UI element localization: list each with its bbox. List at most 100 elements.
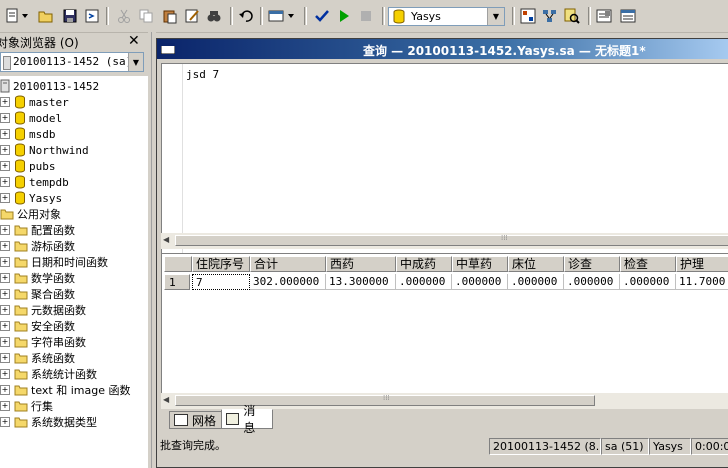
expand-icon[interactable]: + (0, 401, 10, 411)
cut-icon[interactable] (114, 7, 134, 25)
expand-icon[interactable]: + (0, 177, 10, 187)
tree-item[interactable]: + 游标函数 (0, 238, 75, 254)
tree-item[interactable]: + pubs (0, 158, 56, 174)
column-header[interactable]: 护理 (676, 256, 728, 272)
scroll-left-icon[interactable]: ◀ (163, 395, 169, 404)
tree-item[interactable]: + Northwind (0, 142, 89, 158)
messages-icon (226, 413, 240, 425)
copy-icon[interactable] (136, 7, 156, 25)
editor-horizontal-scrollbar[interactable]: ◀ ⁞⁞⁞ (161, 233, 728, 249)
tree-item[interactable]: + msdb (0, 126, 56, 142)
expand-icon[interactable]: + (0, 145, 10, 155)
stop-icon[interactable] (356, 7, 376, 25)
new-query-dropdown-icon[interactable] (20, 7, 30, 25)
column-header[interactable]: 西药 (326, 256, 396, 272)
expand-icon[interactable]: + (0, 289, 10, 299)
tree-item[interactable]: + 日期和时间函数 (0, 254, 108, 270)
grid-corner[interactable] (164, 256, 192, 272)
tree-item[interactable]: + 字符串函数 (0, 334, 86, 350)
expand-icon[interactable]: + (0, 129, 10, 139)
grid-cell[interactable]: 11.7000 (676, 274, 728, 290)
tree-item[interactable]: 20100113-1452 (0, 78, 99, 94)
database-select[interactable]: Yasys ▼ (388, 7, 505, 26)
expand-icon[interactable]: + (0, 257, 10, 267)
tree-item[interactable]: + 系统统计函数 (0, 366, 97, 382)
expand-icon[interactable]: + (0, 161, 10, 171)
expand-icon[interactable]: + (0, 337, 10, 347)
tree-item[interactable]: + 行集 (0, 398, 53, 414)
results-grid[interactable]: 住院序号 合计 西药 中成药 中草药 床位 诊查 检查 护理 1 7 302.000000 13.300… (161, 253, 728, 395)
paste-icon[interactable] (160, 7, 180, 25)
column-header[interactable]: 诊查 (564, 256, 620, 272)
row-header[interactable]: 1 (164, 274, 190, 290)
query-window-title-bar[interactable]: 查询 — 20100113-1452.Yasys.sa — 无标题1* (157, 39, 728, 59)
tree-item[interactable]: 公用对象 (0, 206, 61, 222)
load-script-icon[interactable] (82, 7, 102, 25)
expand-icon[interactable]: + (0, 305, 10, 315)
expand-icon[interactable]: + (0, 225, 10, 235)
grid-cell[interactable]: .000000 (508, 274, 564, 290)
splitter[interactable] (148, 32, 156, 468)
open-folder-icon[interactable] (36, 7, 56, 25)
grid-cell[interactable]: .000000 (620, 274, 676, 290)
execution-plan-icon[interactable] (562, 7, 582, 25)
execute-icon[interactable] (334, 7, 354, 25)
server-icon (3, 56, 11, 70)
tree-item-label: msdb (29, 127, 56, 141)
grid-cell[interactable]: .000000 (564, 274, 620, 290)
scroll-left-icon[interactable]: ◀ (163, 235, 169, 244)
expand-icon[interactable]: + (0, 369, 10, 379)
column-header[interactable]: 中成药 (396, 256, 452, 272)
expand-icon[interactable]: + (0, 97, 10, 107)
expand-icon[interactable]: + (0, 113, 10, 123)
tree-item[interactable]: + master (0, 94, 69, 110)
options-icon[interactable] (618, 7, 638, 25)
expand-icon[interactable]: + (0, 353, 10, 363)
tree-item[interactable]: + 系统数据类型 (0, 414, 97, 430)
expand-icon[interactable]: + (0, 321, 10, 331)
grid-cell[interactable]: 302.000000 (250, 274, 326, 290)
grid-cell[interactable]: .000000 (396, 274, 452, 290)
column-header[interactable]: 合计 (250, 256, 326, 272)
tab-messages[interactable]: 消息 (221, 404, 273, 435)
column-header[interactable]: 住院序号 (192, 256, 250, 272)
new-query-icon[interactable] (2, 7, 22, 25)
expand-icon[interactable]: + (0, 241, 10, 251)
tree-item[interactable]: + 配置函数 (0, 222, 75, 238)
undo-icon[interactable] (236, 7, 256, 25)
tree-item[interactable]: + 系统函数 (0, 350, 75, 366)
tree-item[interactable]: + tempdb (0, 174, 69, 190)
grid-cell[interactable]: 7 (192, 274, 250, 290)
tree-item[interactable]: + Yasys (0, 190, 62, 206)
editor-scroll-thumb[interactable] (175, 235, 728, 246)
tree-item[interactable]: + 安全函数 (0, 318, 75, 334)
grid-cell[interactable]: .000000 (452, 274, 508, 290)
tree-item[interactable]: + model (0, 110, 62, 126)
results-mode-dropdown-icon[interactable] (286, 7, 296, 25)
find-icon[interactable] (204, 7, 224, 25)
tree-item[interactable]: + 数学函数 (0, 270, 75, 286)
search-object-icon[interactable] (540, 7, 560, 25)
column-header[interactable]: 中草药 (452, 256, 508, 272)
expand-icon[interactable]: + (0, 193, 10, 203)
clear-icon[interactable] (182, 7, 202, 25)
close-icon[interactable]: ✕ (128, 33, 140, 49)
save-icon[interactable] (60, 7, 80, 25)
server-combo[interactable]: 20100113-1452 (sa) ▼ (0, 52, 144, 72)
grid-cell[interactable]: 13.300000 (326, 274, 396, 290)
expand-icon[interactable]: + (0, 417, 10, 427)
column-header[interactable]: 床位 (508, 256, 564, 272)
tree-item[interactable]: + text 和 image 函数 (0, 382, 130, 398)
results-mode-icon[interactable] (266, 7, 286, 25)
expand-icon[interactable]: + (0, 385, 10, 395)
expand-icon[interactable]: + (0, 273, 10, 283)
chevron-down-icon[interactable]: ▼ (487, 8, 504, 25)
parse-check-icon[interactable] (312, 7, 332, 25)
tab-grid[interactable]: 网格 (169, 411, 223, 429)
tree-item[interactable]: + 元数据函数 (0, 302, 86, 318)
object-browser-icon[interactable] (518, 7, 538, 25)
column-header[interactable]: 检查 (620, 256, 676, 272)
properties-icon[interactable] (594, 7, 614, 25)
tree-item[interactable]: + 聚合函数 (0, 286, 75, 302)
chevron-down-icon[interactable]: ▼ (128, 53, 143, 71)
